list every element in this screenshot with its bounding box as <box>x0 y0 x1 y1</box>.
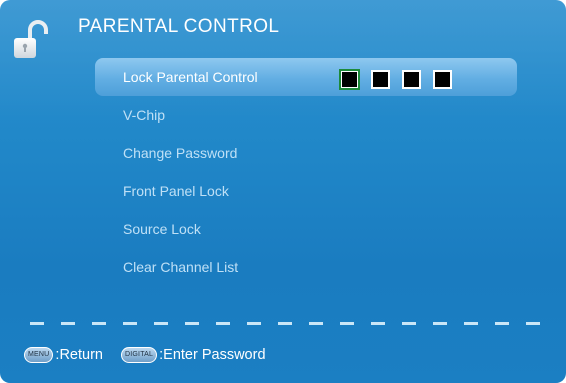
menu-item-label: Front Panel Lock <box>123 183 229 199</box>
padlock-icon <box>14 20 48 58</box>
enter-password-hint: DIGITAL:Enter Password <box>121 347 266 364</box>
pin-digit-4[interactable] <box>433 70 452 89</box>
divider-dash <box>495 322 509 325</box>
menu-item-label: Lock Parental Control <box>123 69 258 85</box>
divider-dash <box>526 322 540 325</box>
enter-password-hint-text: :Enter Password <box>159 347 266 364</box>
dashed-divider <box>30 322 550 325</box>
page-title: PARENTAL CONTROL <box>78 16 280 37</box>
divider-dash <box>154 322 168 325</box>
menu-item-front-panel-lock[interactable]: Front Panel Lock <box>95 172 517 210</box>
divider-dash <box>216 322 230 325</box>
menu-item-change-password[interactable]: Change Password <box>95 134 517 172</box>
divider-dash <box>123 322 137 325</box>
menu-item-lock-parental-control[interactable]: Lock Parental Control <box>95 58 517 96</box>
menu-item-clear-channel-list[interactable]: Clear Channel List <box>95 248 517 286</box>
divider-dash <box>185 322 199 325</box>
menu-list: Lock Parental Control V-Chip Change Pass… <box>95 58 517 286</box>
return-hint: MENU:Return <box>24 347 103 364</box>
divider-dash <box>371 322 385 325</box>
menu-item-label: Source Lock <box>123 221 201 237</box>
pin-digit-1[interactable] <box>339 69 360 90</box>
menu-item-label: Change Password <box>123 145 238 161</box>
footer-hints: MENU:Return DIGITAL:Enter Password <box>24 347 280 364</box>
return-hint-text: :Return <box>55 347 103 364</box>
pin-digit-3[interactable] <box>402 70 421 89</box>
divider-dash <box>61 322 75 325</box>
divider-dash <box>30 322 44 325</box>
divider-dash <box>433 322 447 325</box>
divider-dash <box>464 322 478 325</box>
divider-dash <box>92 322 106 325</box>
parental-control-screen: PARENTAL CONTROL Lock Parental Control V… <box>0 0 566 383</box>
menu-item-source-lock[interactable]: Source Lock <box>95 210 517 248</box>
menu-key-icon: MENU <box>24 347 54 364</box>
divider-dash <box>340 322 354 325</box>
menu-item-label: V-Chip <box>123 107 166 123</box>
pin-digit-2[interactable] <box>371 70 390 89</box>
divider-dash <box>278 322 292 325</box>
menu-item-label: Clear Channel List <box>123 259 239 275</box>
menu-item-v-chip[interactable]: V-Chip <box>95 96 517 134</box>
divider-dash <box>402 322 416 325</box>
divider-dash <box>309 322 323 325</box>
digital-key-icon: DIGITAL <box>121 347 158 364</box>
divider-dash <box>247 322 261 325</box>
